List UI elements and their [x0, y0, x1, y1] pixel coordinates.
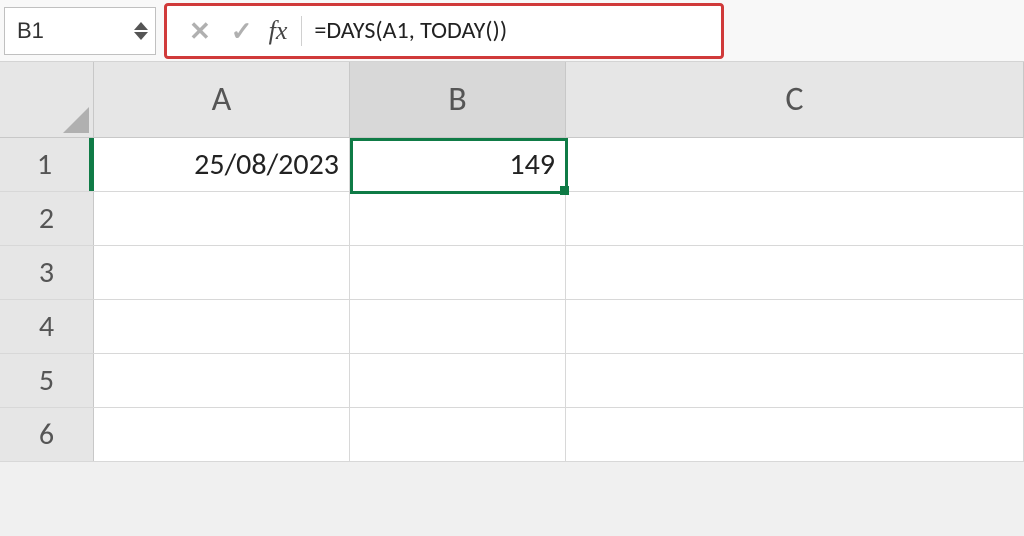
- row-3: 3: [0, 246, 1024, 300]
- cell-B2[interactable]: [350, 192, 566, 245]
- name-box-spinner[interactable]: [131, 8, 151, 54]
- cell-A2[interactable]: [94, 192, 350, 245]
- column-header-row: A B C: [0, 62, 1024, 138]
- row-4: 4: [0, 300, 1024, 354]
- row-header-4[interactable]: 4: [0, 300, 94, 353]
- row-header-3[interactable]: 3: [0, 246, 94, 299]
- row-header-1[interactable]: 1: [0, 138, 94, 191]
- spreadsheet-grid: A B C 1 25/08/2023 149 2 3 4: [0, 62, 1024, 462]
- cell-A3[interactable]: [94, 246, 350, 299]
- row-1: 1 25/08/2023 149: [0, 138, 1024, 192]
- cell-C4[interactable]: [566, 300, 1024, 353]
- cell-C6[interactable]: [566, 408, 1024, 461]
- name-box-container[interactable]: [4, 7, 156, 55]
- cell-C2[interactable]: [566, 192, 1024, 245]
- cell-B6[interactable]: [350, 408, 566, 461]
- cell-B3[interactable]: [350, 246, 566, 299]
- row-5: 5: [0, 354, 1024, 408]
- cell-A1[interactable]: 25/08/2023: [94, 138, 350, 191]
- cancel-icon[interactable]: ✕: [179, 15, 221, 47]
- spinner-down-icon[interactable]: [134, 32, 148, 40]
- spinner-up-icon[interactable]: [134, 22, 148, 30]
- cell-B1[interactable]: 149: [350, 138, 566, 191]
- formula-bar: ✕ ✓ fx: [0, 0, 1024, 62]
- cell-B4[interactable]: [350, 300, 566, 353]
- formula-bar-highlight: ✕ ✓ fx: [164, 3, 724, 59]
- cell-A4[interactable]: [94, 300, 350, 353]
- row-header-5[interactable]: 5: [0, 354, 94, 407]
- row-header-6[interactable]: 6: [0, 408, 94, 461]
- column-header-A[interactable]: A: [94, 62, 350, 137]
- row-6: 6: [0, 408, 1024, 462]
- cell-C3[interactable]: [566, 246, 1024, 299]
- row-header-2[interactable]: 2: [0, 192, 94, 245]
- cell-B5[interactable]: [350, 354, 566, 407]
- insert-function-button[interactable]: fx: [263, 16, 303, 46]
- column-header-B[interactable]: B: [350, 62, 566, 137]
- cell-C5[interactable]: [566, 354, 1024, 407]
- select-all-corner[interactable]: [0, 62, 94, 137]
- cell-A5[interactable]: [94, 354, 350, 407]
- formula-input[interactable]: [314, 16, 709, 45]
- data-rows: 1 25/08/2023 149 2 3 4 5: [0, 138, 1024, 462]
- enter-icon[interactable]: ✓: [221, 15, 263, 47]
- cell-C1[interactable]: [566, 138, 1024, 191]
- row-2: 2: [0, 192, 1024, 246]
- name-box[interactable]: [5, 10, 125, 52]
- column-header-C[interactable]: C: [566, 62, 1024, 137]
- cell-A6[interactable]: [94, 408, 350, 461]
